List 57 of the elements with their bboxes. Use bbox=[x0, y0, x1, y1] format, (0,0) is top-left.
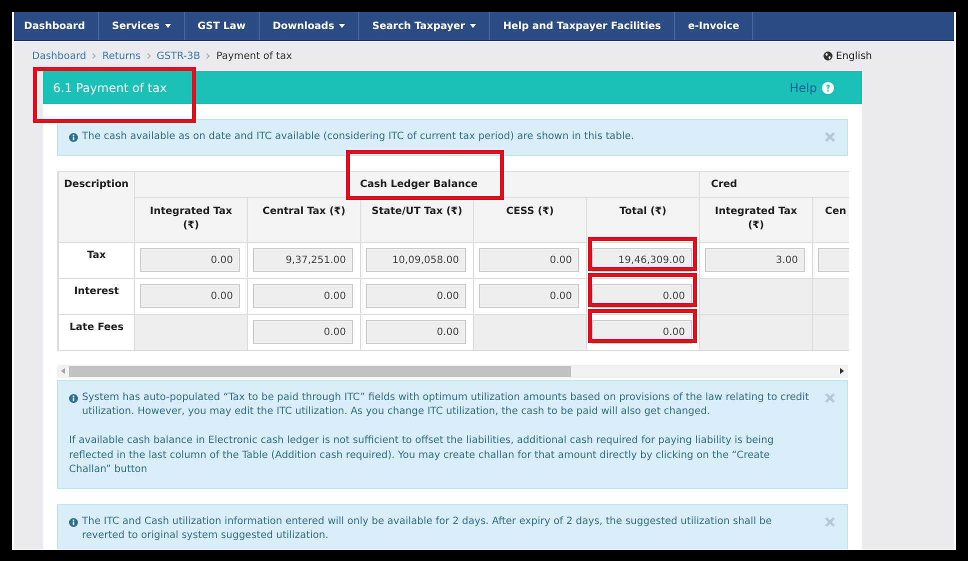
amount-field[interactable]: 0.00 bbox=[479, 248, 579, 272]
amount-field[interactable]: 9,37,251.00 bbox=[253, 248, 353, 272]
chevron-icon bbox=[204, 53, 210, 59]
row-label: Interest bbox=[58, 278, 134, 314]
nav-menu-item[interactable]: Help and Taxpayer Facilities bbox=[490, 12, 675, 40]
globe-icon bbox=[822, 51, 833, 61]
nav-menu-item[interactable]: Downloads bbox=[260, 12, 360, 40]
info-message: If available cash balance in Electronic cash ledger is not sufficient to offset the liabilities, additional cash required for paying liability is being reflected in the last column of the Table (Addition cash required). You may create challan for that amount directly by clicking on the “Create Challan” button bbox=[69, 434, 775, 477]
chevron-icon bbox=[90, 53, 96, 59]
column-header: Integrated Tax (₹) bbox=[134, 197, 248, 242]
info-icon bbox=[69, 518, 78, 526]
amount-field[interactable]: 0.00 bbox=[366, 284, 466, 308]
amount-field[interactable]: 10,09,058.00 bbox=[366, 248, 466, 272]
panel-title: 6.1 Payment of tax bbox=[53, 80, 167, 94]
amount-field[interactable]: 0.00 bbox=[366, 320, 466, 344]
breadcrumb-link[interactable]: Returns bbox=[102, 50, 141, 62]
amount-field[interactable]: 3.00 bbox=[705, 248, 805, 272]
column-header: State/UT Tax (₹) bbox=[360, 197, 474, 242]
caret-icon bbox=[470, 24, 476, 28]
row-label: Tax bbox=[58, 242, 134, 278]
group-header-text: Cred bbox=[711, 178, 738, 190]
column-header: CESS (₹) bbox=[474, 197, 586, 242]
close-icon[interactable] bbox=[825, 516, 835, 526]
info-message: The cash available as on date and ITC available (considering ITC of current tax period) are shown in this table. bbox=[82, 130, 634, 144]
amount-field[interactable]: 0.00 bbox=[253, 320, 353, 344]
amount-field[interactable]: 0.00 bbox=[140, 248, 240, 272]
help-icon bbox=[822, 82, 834, 94]
nav-menu-item[interactable]: e-Invoice bbox=[674, 12, 754, 40]
group-header-text: Cash Ledger Balance bbox=[360, 178, 478, 190]
amount-field[interactable]: 0.00 bbox=[253, 284, 353, 308]
scroll-right-icon[interactable] bbox=[840, 368, 844, 374]
nav-menu-item[interactable]: Search Taxpayer bbox=[359, 12, 490, 40]
caret-icon bbox=[164, 24, 171, 28]
close-icon[interactable] bbox=[825, 132, 835, 142]
breadcrumb-current: Payment of tax bbox=[216, 50, 292, 62]
column-header: Central Tax (₹) bbox=[248, 197, 360, 242]
close-icon[interactable] bbox=[825, 392, 835, 402]
scroll-left-icon[interactable] bbox=[61, 368, 65, 374]
column-header: Cen bbox=[812, 197, 849, 242]
info-message: The ITC and Cash utilization information entered will only be available for 2 days. After expiry of 2 days, the suggested utilization shall be reverted to original system suggested utilization. bbox=[82, 514, 773, 543]
nav-menu-item[interactable]: GST Law bbox=[184, 12, 260, 40]
scrollbar-thumb[interactable] bbox=[69, 366, 571, 376]
info-message: System has auto-populated “Tax to be paid through ITC” fields with optimum utilization amounts based on provisions of the law relating to credit utilization. However, you may edit the ITC utilization. As you change ITC utilization, the cash to be paid will also get changed. bbox=[82, 390, 810, 419]
info-icon bbox=[69, 394, 78, 402]
column-header: Description bbox=[58, 171, 134, 242]
language-link[interactable]: English bbox=[836, 50, 872, 62]
info-icon bbox=[69, 133, 78, 142]
breadcrumb-link[interactable]: Dashboard bbox=[32, 50, 86, 62]
breadcrumb-link[interactable]: GSTR-3B bbox=[156, 50, 200, 62]
row-label: Late Fees bbox=[58, 314, 134, 350]
nav-menu-item[interactable]: Services bbox=[99, 12, 185, 40]
caret-icon bbox=[339, 24, 346, 28]
column-header: Integrated Tax (₹) bbox=[700, 197, 812, 242]
nav-menu-item[interactable]: Dashboard bbox=[14, 12, 99, 40]
amount-field[interactable]: 0.00 bbox=[140, 284, 240, 308]
amount-field[interactable]: 0.00 bbox=[479, 284, 579, 308]
horizontal-scrollbar[interactable] bbox=[57, 364, 848, 378]
